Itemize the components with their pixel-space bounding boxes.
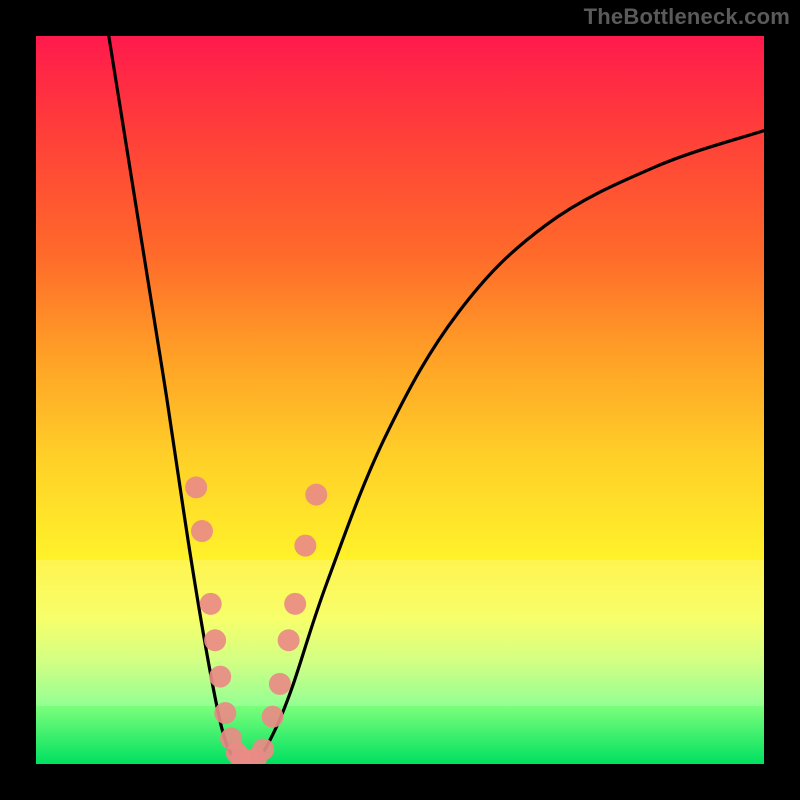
data-marker bbox=[305, 484, 327, 506]
data-marker bbox=[269, 673, 291, 695]
data-marker bbox=[278, 629, 300, 651]
data-marker bbox=[191, 520, 213, 542]
plot-area bbox=[36, 36, 764, 764]
data-marker bbox=[204, 629, 226, 651]
data-marker bbox=[262, 706, 284, 728]
data-markers bbox=[185, 476, 327, 764]
data-marker bbox=[209, 666, 231, 688]
watermark-text: TheBottleneck.com bbox=[584, 4, 790, 30]
data-marker bbox=[294, 535, 316, 557]
chart-frame: TheBottleneck.com bbox=[0, 0, 800, 800]
data-marker bbox=[252, 738, 274, 760]
curve-layer bbox=[36, 36, 764, 764]
data-marker bbox=[284, 593, 306, 615]
data-marker bbox=[185, 476, 207, 498]
data-marker bbox=[214, 702, 236, 724]
right-curve bbox=[254, 131, 764, 764]
left-curve bbox=[109, 36, 240, 764]
data-marker bbox=[200, 593, 222, 615]
